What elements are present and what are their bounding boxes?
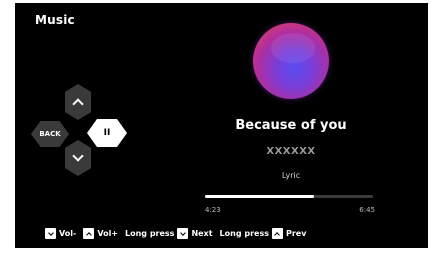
- pause-icon: II: [103, 128, 111, 138]
- down-button[interactable]: [65, 140, 91, 176]
- help-next-label: Next: [191, 229, 213, 238]
- pause-button[interactable]: II: [87, 119, 127, 147]
- help-long-press-label: Long press: [219, 229, 269, 238]
- key-up-icon: [271, 228, 283, 239]
- album-art: [253, 23, 329, 99]
- help-long-press-label: Long press: [125, 229, 175, 238]
- help-next: Long press Next: [125, 228, 213, 239]
- up-button[interactable]: [65, 84, 91, 120]
- key-up-icon: [83, 228, 95, 239]
- song-title: Because of you: [235, 118, 347, 133]
- artist-name: XXXXXX: [266, 146, 316, 157]
- progress-fill: [205, 195, 315, 198]
- key-down-icon: [45, 228, 56, 239]
- help-prev: Long press Prev: [219, 228, 307, 239]
- progress-bar[interactable]: [205, 195, 373, 198]
- help-vol-up-label: Vol+: [97, 229, 119, 238]
- help-vol-up: Vol+: [83, 228, 118, 239]
- help-bar: Vol- Vol+ Long press Next Long press Pre…: [45, 228, 306, 239]
- help-vol-down-label: Vol-: [59, 229, 77, 238]
- current-time: 4:23: [205, 206, 221, 214]
- back-button[interactable]: BACK: [31, 121, 69, 147]
- chevron-down-icon: [72, 150, 84, 162]
- help-prev-label: Prev: [285, 229, 307, 238]
- app-title: Music: [35, 13, 75, 27]
- album-art-sheen: [271, 33, 315, 63]
- chevron-up-icon: [72, 98, 84, 110]
- total-time: 6:45: [359, 206, 375, 214]
- music-screen: Music BACK II Because of you XXXXXX Lyri…: [15, 3, 428, 248]
- key-down-icon: [177, 228, 189, 239]
- help-vol-down: Vol-: [45, 228, 76, 239]
- lyric-text: Lyric: [281, 171, 301, 180]
